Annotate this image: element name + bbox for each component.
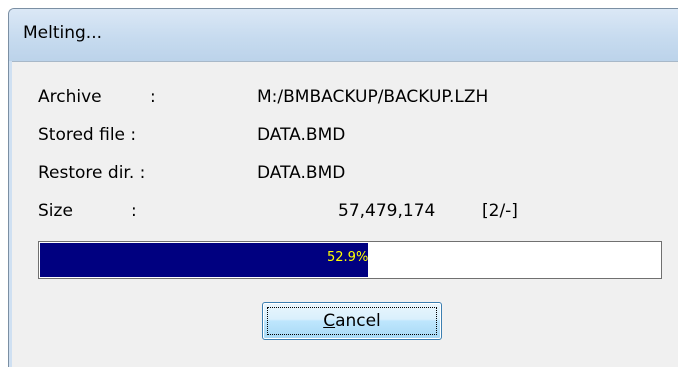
size-label: Size [38, 201, 73, 221]
size-value: 57,479,174 [338, 201, 436, 221]
restore-dir-value: DATA.BMD [257, 163, 346, 183]
cancel-label: Cancel [323, 311, 381, 331]
archive-value: M:/BMBACKUP/BACKUP.LZH [257, 87, 489, 107]
melting-dialog: Melting... Archive : M:/BMBACKUP/BACKUP.… [8, 8, 678, 367]
cancel-button[interactable]: Cancel [262, 302, 442, 340]
progress-percent: 52.9% [327, 250, 369, 265]
stored-file-value: DATA.BMD [257, 125, 346, 145]
progress-fill [40, 243, 368, 277]
size-colon: : [131, 201, 137, 221]
archive-colon: : [150, 87, 156, 107]
dialog-body: Archive : M:/BMBACKUP/BACKUP.LZH Stored … [12, 61, 678, 367]
progress-bar: 52.9% [38, 241, 662, 279]
archive-label: Archive [38, 87, 102, 107]
file-count: [2/-] [482, 201, 518, 221]
restore-dir-label: Restore dir. : [38, 163, 146, 183]
window-title: Melting... [23, 23, 103, 43]
stored-file-label: Stored file : [38, 125, 137, 145]
title-bar[interactable]: Melting... [9, 9, 678, 61]
cancel-focus-rect: Cancel [267, 307, 437, 335]
